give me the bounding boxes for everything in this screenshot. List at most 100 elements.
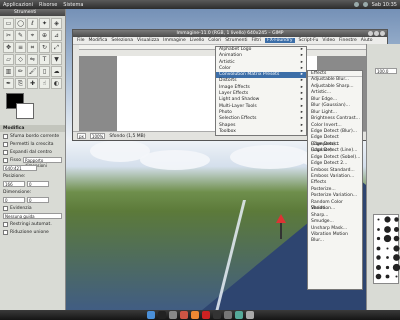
fuzzy-select-icon[interactable]: ✦ xyxy=(39,18,50,29)
menu-video[interactable]: Video xyxy=(322,38,335,43)
scissors-icon[interactable]: ✂ xyxy=(3,30,14,41)
topbar-item-system[interactable]: Sistema xyxy=(63,2,83,8)
minimize-icon[interactable] xyxy=(368,31,373,36)
menu-colori[interactable]: Colori xyxy=(208,38,221,43)
brush-swatch[interactable] xyxy=(386,256,389,260)
checkbox-grow[interactable] xyxy=(3,141,8,147)
size-w-input[interactable]: 0 xyxy=(3,197,25,203)
media-icon[interactable] xyxy=(201,311,210,319)
measure-icon[interactable]: ⊿ xyxy=(51,30,62,41)
text-icon[interactable]: T xyxy=(39,54,50,65)
brush-swatch[interactable] xyxy=(393,245,400,252)
unit-select[interactable]: px xyxy=(77,133,86,139)
fixed-select[interactable]: Rapporto dimensioni xyxy=(22,157,62,168)
paintbrush-icon[interactable]: 🖌 xyxy=(27,66,38,77)
scale-icon[interactable]: ⤢ xyxy=(51,42,62,53)
checkbox-shrink-merged[interactable] xyxy=(3,229,8,235)
brush-swatch[interactable] xyxy=(385,274,390,279)
position-y-input[interactable]: 0 xyxy=(27,181,49,187)
brush-swatch[interactable] xyxy=(384,225,391,233)
blend-icon[interactable]: ▥ xyxy=(3,66,14,77)
bucket-fill-icon[interactable]: ▼ xyxy=(51,54,62,65)
checkbox-expand[interactable] xyxy=(3,149,8,155)
submenu-item[interactable]: Edge Detect (Line)... xyxy=(308,148,362,154)
submenu-item[interactable]: Vibration Motion Blur... xyxy=(308,232,362,243)
size-h-input[interactable]: 0 xyxy=(27,197,49,203)
topbar-item-applications[interactable]: Applicazioni xyxy=(3,2,33,8)
crop-icon[interactable]: ⌗ xyxy=(27,42,38,53)
color-picker-icon[interactable]: ⌖ xyxy=(27,30,38,41)
eraser-icon[interactable]: ▯ xyxy=(39,66,50,77)
brush-swatch[interactable] xyxy=(377,218,380,221)
clone-icon[interactable]: ⎘ xyxy=(15,78,26,89)
checkbox-feather[interactable] xyxy=(3,133,8,139)
brush-swatch[interactable] xyxy=(383,234,392,243)
topbar-item-places[interactable]: Risorse xyxy=(39,2,57,8)
terminal-icon[interactable] xyxy=(157,311,166,319)
fx-menu-item[interactable]: Toolbox ▸ xyxy=(216,129,306,135)
close-icon[interactable] xyxy=(380,31,385,36)
brush-swatch[interactable] xyxy=(376,246,381,251)
ink-icon[interactable]: ✒ xyxy=(3,78,14,89)
maximize-icon[interactable] xyxy=(374,31,379,36)
brush-swatch[interactable] xyxy=(377,227,380,231)
paint-icon[interactable] xyxy=(179,311,188,319)
brush-swatch[interactable] xyxy=(376,236,381,241)
pencil-icon[interactable]: ✏ xyxy=(15,66,26,77)
menu-aiuto[interactable]: Aiuto xyxy=(361,38,373,43)
dodge-icon[interactable]: ◐ xyxy=(51,78,62,89)
airbrush-icon[interactable]: ☁ xyxy=(51,66,62,77)
zoom-select[interactable]: 100% xyxy=(89,133,106,139)
paths-icon[interactable]: ✎ xyxy=(15,30,26,41)
menu-filtri[interactable]: Filtri xyxy=(252,38,262,43)
smudge-icon[interactable]: ☝ xyxy=(39,78,50,89)
heal-icon[interactable]: ✚ xyxy=(27,78,38,89)
brush-swatch[interactable] xyxy=(393,226,400,232)
brush-swatch[interactable] xyxy=(393,235,400,242)
menu-seleziona[interactable]: Seleziona xyxy=(111,38,133,43)
finder-icon[interactable] xyxy=(146,311,155,319)
checkbox-highlight[interactable] xyxy=(3,205,8,211)
settings-icon[interactable] xyxy=(223,311,232,319)
volume-icon[interactable] xyxy=(362,2,368,7)
brush-swatch[interactable] xyxy=(394,217,399,222)
color-swatches[interactable] xyxy=(6,93,59,123)
flip-icon[interactable]: ⇋ xyxy=(27,54,38,65)
brush-swatch[interactable] xyxy=(384,216,391,223)
menu-file[interactable]: File xyxy=(77,38,85,43)
ratio-input[interactable]: 640:421 xyxy=(3,165,37,171)
guides-select[interactable]: Nessuna guida xyxy=(3,213,62,219)
brush-swatch[interactable] xyxy=(386,247,389,250)
brush-swatch[interactable] xyxy=(393,254,400,262)
menu-immagine[interactable]: Immagine xyxy=(163,38,186,43)
ellipse-select-icon[interactable]: ◯ xyxy=(15,18,26,29)
rotate-icon[interactable]: ↻ xyxy=(39,42,50,53)
menu-strumenti[interactable]: Strumenti xyxy=(225,38,247,43)
menu-fx-foundry[interactable]: FX-Foundry xyxy=(265,38,295,43)
music-icon[interactable] xyxy=(212,311,221,319)
menu-finestre[interactable]: Finestre xyxy=(339,38,357,43)
menu-modifica[interactable]: Modifica xyxy=(89,38,108,43)
folder-icon[interactable] xyxy=(234,311,243,319)
brushes-grid[interactable] xyxy=(373,214,400,284)
shear-icon[interactable]: ▱ xyxy=(3,54,14,65)
menu-livello[interactable]: Livello xyxy=(190,38,204,43)
color-select-icon[interactable]: ◈ xyxy=(51,18,62,29)
brush-swatch[interactable] xyxy=(395,275,398,278)
brush-swatch[interactable] xyxy=(385,265,390,269)
position-x-input[interactable]: 166 xyxy=(3,181,25,187)
brush-swatch[interactable] xyxy=(375,264,382,270)
align-icon[interactable]: ≡ xyxy=(15,42,26,53)
checkbox-fixed[interactable] xyxy=(3,157,8,163)
menu-script-fu[interactable]: Script-Fu xyxy=(299,38,319,43)
opacity-input[interactable]: 100.0 xyxy=(375,68,397,74)
brush-swatch[interactable] xyxy=(392,263,400,272)
menu-visualizza[interactable]: Visualizza xyxy=(137,38,159,43)
firefox-icon[interactable] xyxy=(190,311,199,319)
brush-swatch[interactable] xyxy=(376,255,381,260)
submenu-item[interactable]: Brightness Contrast... xyxy=(308,116,362,122)
zoom-icon[interactable]: ⊕ xyxy=(39,30,50,41)
trash-icon[interactable] xyxy=(245,311,254,319)
perspective-icon[interactable]: ◇ xyxy=(15,54,26,65)
submenu-item[interactable]: Posterize Variation... xyxy=(308,193,362,199)
